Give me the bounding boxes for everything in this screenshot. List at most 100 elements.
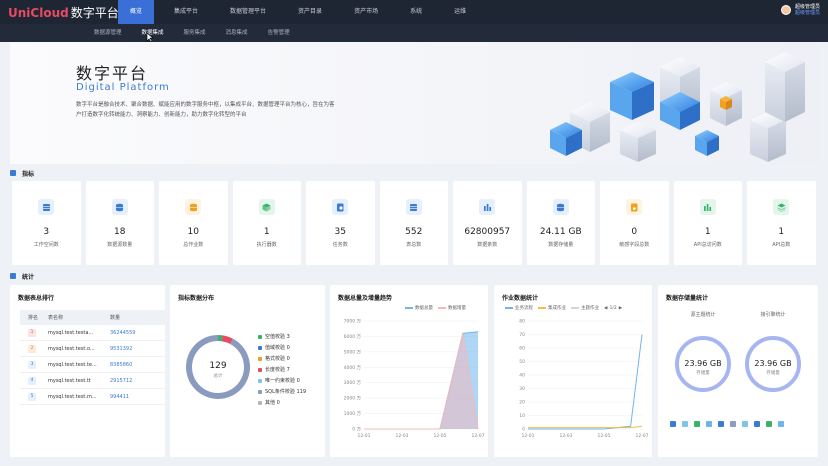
legend-item[interactable]: 长度校验 7 [258,364,306,375]
legend-swatch[interactable] [706,421,712,427]
legend-swatch[interactable] [754,421,760,427]
metric-card[interactable]: 1 API总数 [747,181,816,265]
legend-swatch [505,307,513,309]
legend-swatch [258,378,262,383]
quality-panel: 指标数据分布 129 总计 空值校验 3 值域校验 0 格式校验 0 长度校验 7 唯一… [170,285,325,457]
gauge-label-2: 存储量 [766,369,780,376]
table-row[interactable]: 3 mysql.test.test.te... 8385860 [20,357,165,373]
legend-swatch [438,307,446,309]
table-name: mysql.test.test.te... [48,361,97,368]
job-legend[interactable]: 业务流程 集成作业 主题作业 ◀ 1/2 ▶ [500,305,622,311]
subnav-datasource[interactable]: 数据源管理 [86,24,130,42]
y-tick-label: 0 万 [352,427,361,433]
rank-badge: 3 [28,360,36,369]
legend-swatch [258,345,262,350]
subnav-service-integration[interactable]: 服务集成 [176,24,214,42]
legend-label: 空值校验 [265,334,286,340]
x-tick-label: 12-01 [357,433,370,439]
metric-card[interactable]: 24.11 GB 数据存储量 [526,181,595,265]
table-name: mysql.test.testa... [48,329,94,336]
metric-card[interactable]: 552 表总数 [379,181,448,265]
y-tick-label: 5000 万 [344,349,362,355]
quality-legend: 空值校验 3 值域校验 0 格式校验 0 长度校验 7 唯一约束校验 0 SQL条件校验 … [258,331,306,408]
user-menu[interactable]: 超级管理员 超级管理员 [780,4,820,16]
legend-swatch[interactable] [694,421,700,427]
legend-swatch[interactable] [730,421,736,427]
quality-title: 指标数据分布 [178,295,215,302]
storage-title: 数据存储量统计 [666,295,709,302]
metric-card[interactable]: 0 敏感字段总数 [600,181,669,265]
metric-card[interactable]: 62800957 数据条数 [453,181,522,265]
isometric-illustration [550,52,805,162]
legend-swatch[interactable] [670,421,676,427]
subnav-message-integration[interactable]: 消息集成 [218,24,256,42]
stats-section-header: 统计 [10,270,34,282]
legend-item[interactable]: 格式校验 0 [258,353,306,364]
topnav-integration[interactable]: 集成平台 [162,0,210,24]
brand-logo[interactable]: UniCloud 数字平台 [8,4,119,21]
legend-pager: 1/2 [609,305,617,311]
x-tick-label: 12-01 [521,433,534,439]
legend-item[interactable]: 值域校验 0 [258,342,306,353]
cube-icon [258,199,275,215]
series-area [364,333,478,429]
metric-value: 1 [704,227,711,237]
metric-value: 10 [187,227,199,237]
table-name: mysql.test.test.o... [48,345,95,352]
job-title: 作业数据统计 [502,295,539,302]
table-row[interactable]: 4 mysql.test.test.tt 2915712 [20,373,165,389]
metric-card[interactable]: 18 数据源数量 [85,181,154,265]
y-tick-label: 80 [519,319,525,325]
col-table-name: 表名称 [48,315,64,321]
legend-item[interactable]: 其他 0 [258,397,306,408]
metric-value: 0 [631,227,638,237]
topnav-asset-catalog[interactable]: 资产目录 [286,0,334,24]
legend-swatch [405,307,413,309]
trend-legend[interactable]: 数据总量 数据增量 [400,305,466,311]
x-tick-label: 12-07 [471,433,484,439]
legend-swatch[interactable] [718,421,724,427]
legend-swatch[interactable] [766,421,772,427]
col-count: 数量 [110,315,121,321]
metric-card[interactable]: 3 工作空间数 [12,181,81,265]
metrics-section-header: 指标 [10,167,34,179]
legend-swatch[interactable] [742,421,748,427]
table-row[interactable]: 5 mysql.test.test.m... 994411 [20,389,165,405]
legend-integration: 集成作业 [548,306,566,311]
job-chart: 0 10 20 30 40 50 60 70 80 12-01 12-03 12-05 12-07 [519,319,648,440]
x-tick-label: 12-07 [635,433,648,439]
metric-label: 表总数 [406,242,422,248]
topnav-data-management[interactable]: 数据管理平台 [218,0,278,24]
legend-swatch [538,307,546,309]
legend-item[interactable]: SQL条件校验 119 [258,386,306,397]
illustration-blocks [550,52,805,162]
legend-swatch[interactable] [682,421,688,427]
gauge-caption-2: 接引擎统计 [760,312,786,318]
legend-prev-icon[interactable]: ◀ [604,306,607,311]
topnav-ops[interactable]: 运维 [442,0,478,24]
table-row[interactable]: 2 mysql.test.test.o... 9531392 [20,341,165,357]
legend-swatch [258,334,262,339]
topnav-asset-market[interactable]: 资产市场 [342,0,390,24]
metric-card[interactable]: 35 任务数 [306,181,375,265]
legend-item[interactable]: 空值校验 3 [258,331,306,342]
gauge-caption-1: 源主题统计 [690,312,716,318]
legend-business: 业务流程 [515,306,533,311]
legend-swatch[interactable] [778,421,784,427]
legend-next-icon[interactable]: ▶ [619,306,622,311]
legend-item[interactable]: 唯一约束校验 0 [258,375,306,386]
y-tick-label: 40 [519,373,525,379]
legend-value: 0 [296,377,300,384]
table-row[interactable]: 1 mysql.test.testa... 36244559 [20,325,165,341]
metric-value: 62800957 [464,227,511,237]
topnav-system[interactable]: 系统 [398,0,434,24]
subnav-alert[interactable]: 告警管理 [260,24,298,42]
table-icon [38,199,54,215]
topnav-overview[interactable]: 概览 [118,0,155,24]
metric-card[interactable]: 10 总作业数 [159,181,228,265]
metric-card[interactable]: 1 执行器数 [232,181,301,265]
storage-panel: 数据存储量统计 源主题统计 接引擎统计 23.96 GB 存储量 23.96 G… [658,285,818,457]
gauge-value-1: 23.96 GB [684,359,721,368]
metric-card[interactable]: 1 API总访问数 [673,181,742,265]
y-tick-label: 4000 万 [344,365,362,371]
